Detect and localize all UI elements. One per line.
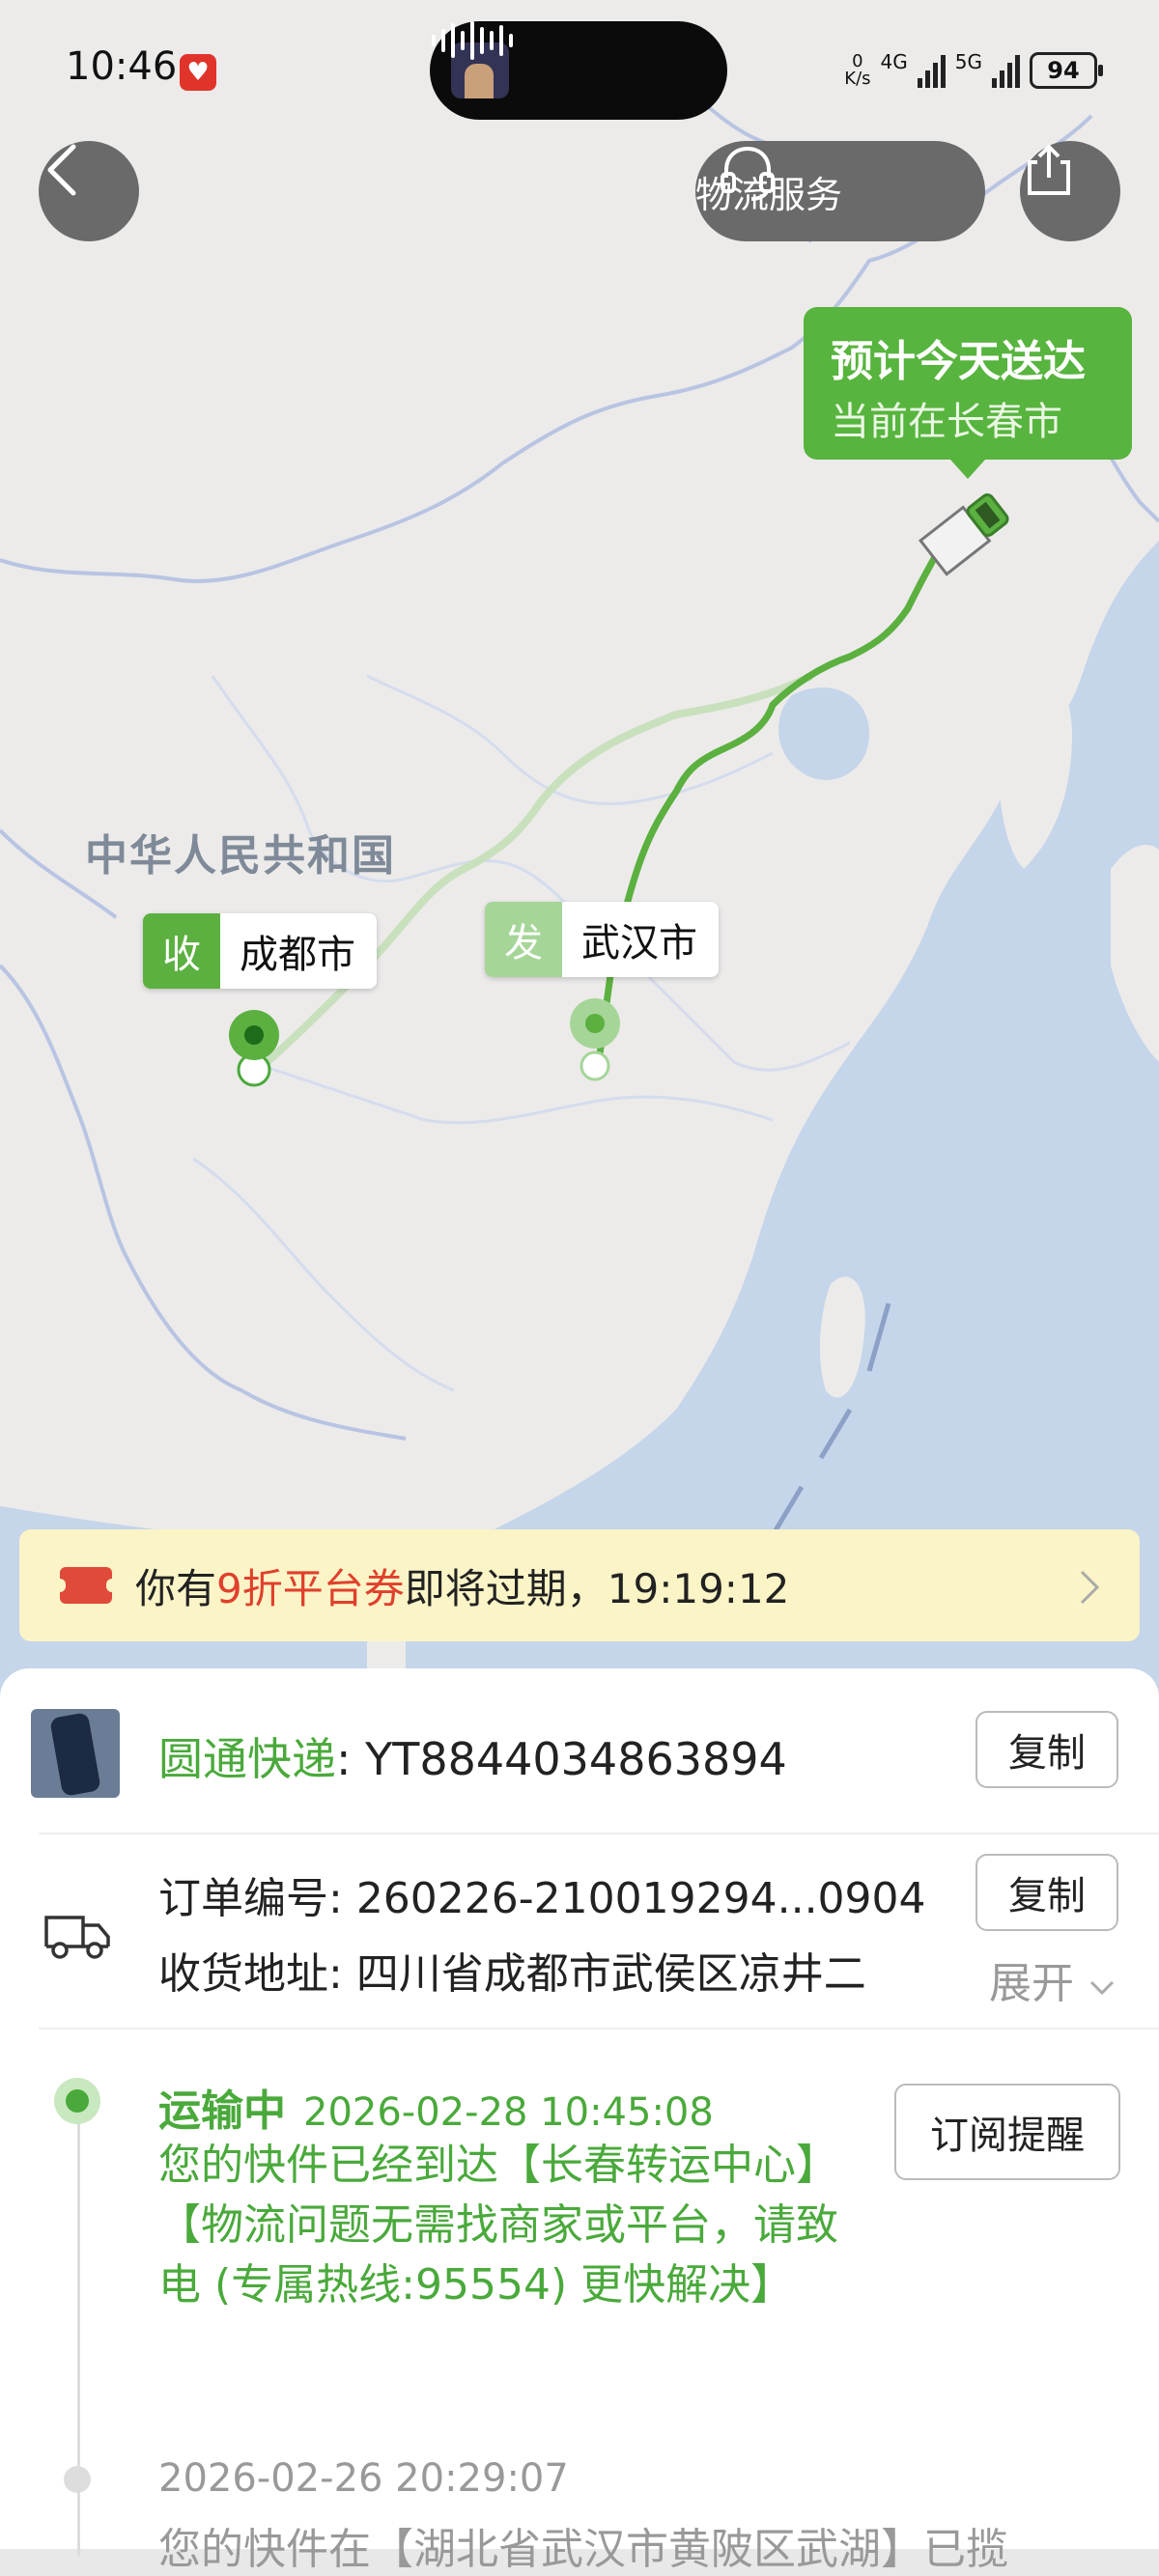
destination-tag[interactable]: 收 成都市 [143,913,377,989]
event-time: 2026-02-28 10:45:08 [303,2090,714,2135]
origin-city: 武汉市 [581,921,697,966]
status-icons: 0 K/s 4G 5G 94 [844,48,1103,93]
origin-badge: 发 [485,902,562,977]
signal-icon-2 [992,53,1020,88]
signal-icon [917,53,946,88]
network-4g-label: 4G [880,50,908,73]
coupon-text: 你有9折平台券即将过期，19:19:12 [135,1564,790,1612]
event-state: 运输中 [158,2086,286,2136]
delivery-address: 四川省成都市武侯区凉井二 [355,1949,866,1999]
event-description: 您的快件已经到达【长春转运中心】【物流问题无需找商家或平台，请致电 (专属热线:… [158,2141,838,2310]
expand-address-button[interactable]: 展开 [989,1948,1117,2010]
chevron-right-icon [1080,1570,1100,1605]
clock: 10:46 [66,44,178,89]
dynamic-island[interactable] [430,21,727,120]
tracking-number: YT8844034863894 [365,1733,787,1785]
destination-badge: 收 [143,913,220,989]
battery-indicator: 94 [1030,52,1103,89]
chevron-left-icon [47,144,76,196]
country-label: 中华人民共和国 [85,831,396,881]
timeline-dot [64,2466,91,2493]
share-icon [1028,144,1070,195]
chevron-down-icon [1089,1980,1115,1996]
truck-icon [44,1916,110,1959]
destination-city: 成都市 [240,933,355,977]
net-speed: 0 K/s [844,51,871,89]
back-button[interactable] [39,141,139,241]
map-view[interactable]: 10:46 ♥ 0 K/s 4G 5G 94 物流服务 预计今天送达 当前在长春… [0,0,1159,1699]
event-time: 2026-02-26 20:29:07 [158,2456,569,2501]
order-number: 260226-210019294...0904 [355,1874,926,1923]
event-header: 运输中 2026-02-28 10:45:08 [158,2076,714,2138]
shipment-details-sheet: 圆通快递: YT8844034863894 复制 订单编号: 260226-21… [0,1668,1159,2574]
truck-location-icon [918,493,1009,576]
subscribe-reminder-button[interactable]: 订阅提醒 [894,2084,1120,2180]
copy-order-button[interactable]: 复制 [975,1854,1118,1931]
share-button[interactable] [1020,141,1120,241]
network-5g-label: 5G [954,50,982,73]
origin-tag[interactable]: 发 武汉市 [485,902,719,977]
status-bar: 10:46 ♥ 0 K/s 4G 5G 94 [0,0,1159,135]
coupon-highlight: 9折平台券 [216,1564,405,1612]
copy-tracking-button[interactable]: 复制 [975,1711,1118,1788]
headset-icon [721,146,775,201]
app-notification-icon: ♥ [180,54,216,91]
coupon-ticket-icon [54,1567,118,1604]
divider [39,2028,1159,2030]
logistics-service-button[interactable]: 物流服务 [695,141,985,241]
courier-row: 圆通快递: YT8844034863894 复制 [0,1668,1159,1836]
product-thumbnail[interactable] [31,1709,120,1798]
courier-info: 圆通快递: YT8844034863894 [158,1733,787,1785]
audio-wave-icon [432,21,513,60]
coupon-banner[interactable]: 你有9折平台券即将过期，19:19:12 [19,1529,1140,1641]
order-number-line: 订单编号: 260226-210019294...0904 [158,1874,926,1923]
timeline-dot-active [54,2078,100,2124]
eta-card: 预计今天送达 当前在长春市 [804,307,1132,479]
event-description: 您的快件在【湖北省武汉市黄陂区武湖】已揽 [158,2525,1008,2574]
eta-title: 预计今天送达 [831,337,1086,386]
address-line: 收货地址: 四川省成都市武侯区凉井二 [158,1949,866,1999]
courier-name: 圆通快递 [158,1733,336,1785]
eta-current-location: 当前在长春市 [831,400,1062,444]
divider [39,1833,1159,1834]
